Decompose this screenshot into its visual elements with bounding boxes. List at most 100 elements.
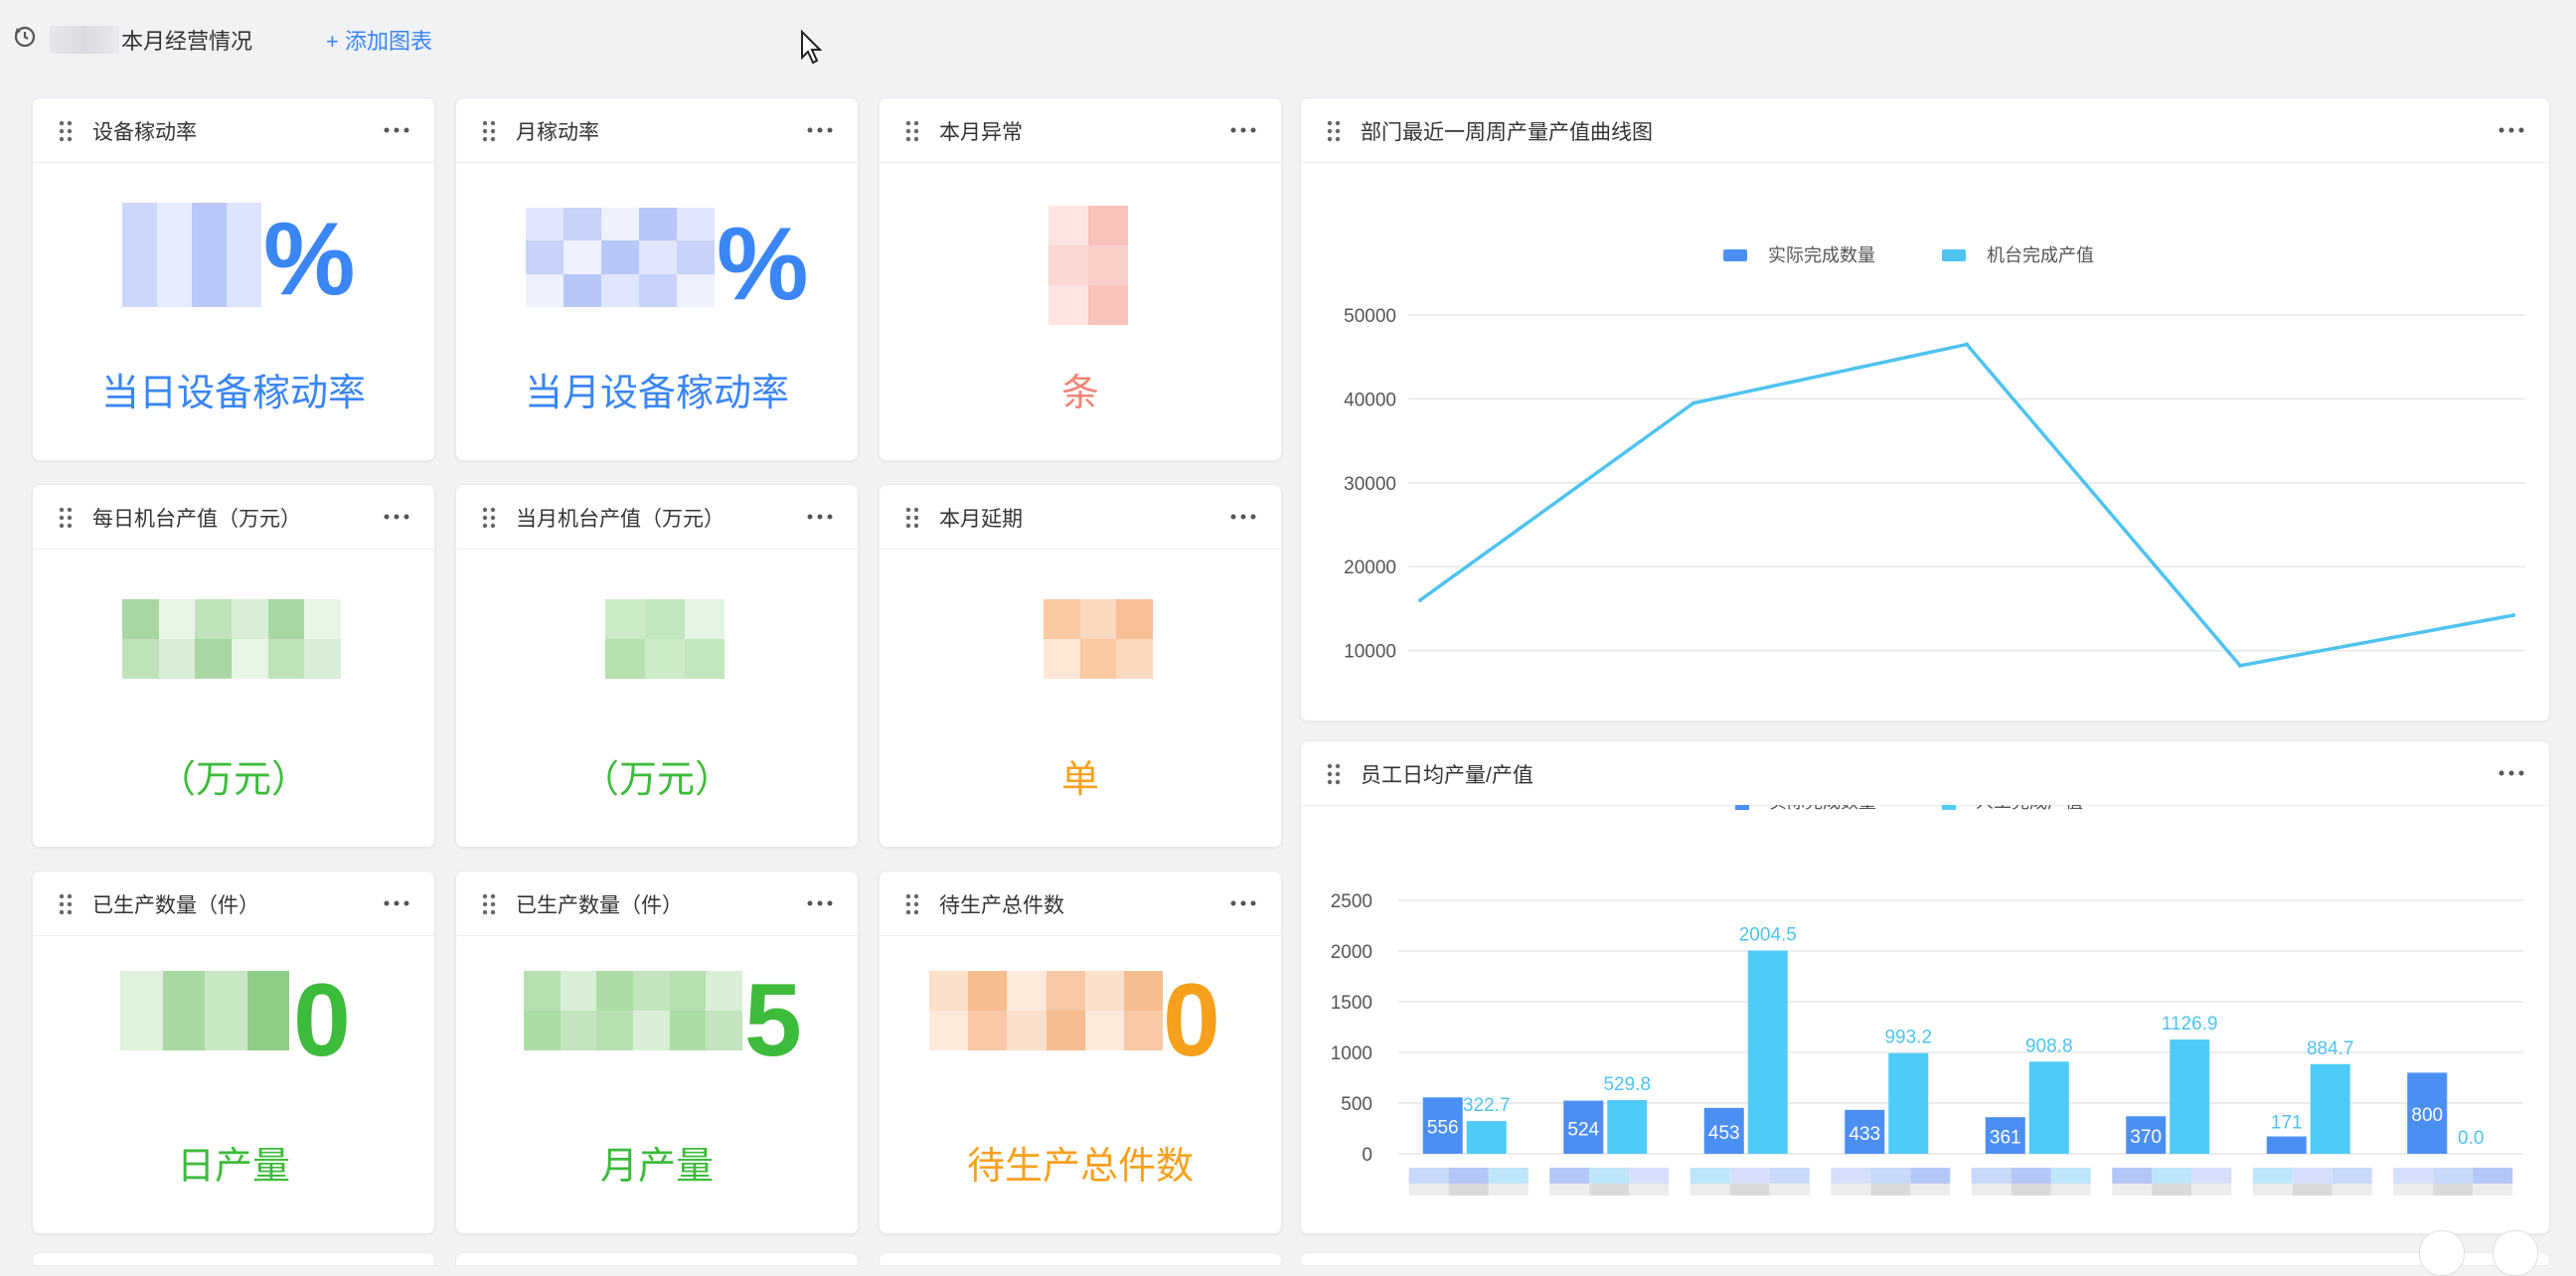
drag-handle-icon[interactable] xyxy=(905,893,919,915)
metric-label: 月产量 xyxy=(599,1146,714,1188)
line-chart-card: 部门最近一周周产量产值曲线图 0100002000030000400005000… xyxy=(1300,97,2550,721)
more-icon[interactable] xyxy=(806,505,834,529)
data-point xyxy=(1418,597,1422,602)
blurred-category-label xyxy=(2152,1184,2192,1196)
legend-swatch[interactable] xyxy=(1942,249,1966,261)
data-point xyxy=(2238,663,2242,668)
blurred-category-label xyxy=(1589,1184,1630,1196)
bar-value-label: 993.2 xyxy=(1884,1028,1932,1048)
more-icon[interactable] xyxy=(383,891,410,915)
bar xyxy=(1466,1121,1507,1154)
card-header: 设备稼动率 xyxy=(33,98,434,163)
blurred-category-label xyxy=(2473,1168,2513,1184)
blurred-category-label xyxy=(2473,1184,2513,1196)
metric-label: （万元） xyxy=(580,759,732,801)
metric-value-suffix: 0 xyxy=(1163,963,1220,1078)
blurred-category-label xyxy=(2011,1168,2051,1184)
card-title: 月稼动率 xyxy=(516,121,599,144)
next-row-card-edge xyxy=(1300,1252,2550,1266)
line-chart: 01000020000300004000050000周三周四周五周六周一实际完成… xyxy=(1344,245,2525,668)
blurred-metric-value xyxy=(526,208,715,307)
bar-value-label: 884.7 xyxy=(2307,1038,2354,1059)
blurred-category-label xyxy=(2292,1184,2333,1196)
blurred-metric-value xyxy=(929,971,1163,1050)
blurred-category-label xyxy=(2112,1184,2153,1196)
y-tick-label: 1000 xyxy=(1331,1043,1372,1064)
legend-label[interactable]: 机台完成产值 xyxy=(1987,245,2094,265)
blurred-category-label xyxy=(1729,1168,1770,1184)
card-header: 本月延期 xyxy=(880,485,1281,550)
bar-chart-card: 员工日均产量/产值 0 500 1000 1500 2000 2500 实际完成数量 人工完成… xyxy=(1300,740,2550,1234)
blurred-category-label xyxy=(2433,1168,2474,1184)
add-chart-button[interactable]: + 添加图表 xyxy=(326,24,432,56)
more-icon[interactable] xyxy=(383,118,410,142)
more-icon[interactable] xyxy=(1229,891,1257,915)
y-tick-label: 0 xyxy=(1362,1145,1372,1166)
help-icon[interactable] xyxy=(2493,1230,2538,1276)
blurred-category-label xyxy=(1910,1184,1951,1196)
drag-handle-icon[interactable] xyxy=(482,120,496,142)
metric-value-suffix: % xyxy=(717,207,809,322)
blurred-category-label xyxy=(2393,1168,2434,1184)
blurred-category-label xyxy=(1448,1184,1489,1196)
drag-handle-icon[interactable] xyxy=(1327,763,1341,785)
drag-handle-icon[interactable] xyxy=(59,120,73,142)
bar-value-label: 0.0 xyxy=(2458,1128,2484,1149)
more-icon[interactable] xyxy=(1229,118,1257,142)
drag-handle-icon[interactable] xyxy=(482,893,496,915)
drag-handle-icon[interactable] xyxy=(1327,120,1341,142)
metric-value-suffix: 0 xyxy=(293,963,351,1078)
legend-label[interactable]: 实际完成数量 xyxy=(1769,805,1876,812)
legend-swatch[interactable] xyxy=(1735,805,1749,810)
bar-value-label: 800 xyxy=(2411,1105,2443,1126)
card-header: 员工日均产量/产值 xyxy=(1301,741,2549,806)
more-icon[interactable] xyxy=(806,118,834,142)
y-tick-label: 50000 xyxy=(1344,306,1396,327)
bar-chart: 0 500 1000 1500 2000 2500 实际完成数量 人工完成产值 556322.7… xyxy=(1331,805,2523,1196)
blurred-category-label xyxy=(1589,1168,1630,1184)
card-header: 当月机台产值（万元） xyxy=(456,485,858,550)
blurred-metric-value xyxy=(122,599,341,679)
legend-label[interactable]: 实际完成数量 xyxy=(1768,245,1875,265)
y-tick-label: 30000 xyxy=(1344,474,1396,495)
bar xyxy=(2266,1136,2307,1154)
blurred-category-label xyxy=(2252,1184,2293,1196)
metric-card: 已生产数量（件） 5 月产量 xyxy=(455,871,859,1234)
blurred-category-label xyxy=(2393,1184,2434,1196)
more-icon[interactable] xyxy=(383,505,410,529)
metric-card: 本月延期 单 xyxy=(879,484,1282,848)
document-icon[interactable] xyxy=(2419,1230,2465,1276)
blurred-category-label xyxy=(1910,1168,1951,1184)
card-title: 已生产数量（件） xyxy=(92,894,259,917)
series-line xyxy=(1418,342,2514,668)
drag-handle-icon[interactable] xyxy=(905,120,919,142)
metric-label: 日产量 xyxy=(176,1146,290,1188)
blurred-dashboard-owner xyxy=(50,26,119,54)
card-header: 待生产总件数 xyxy=(880,872,1281,936)
more-icon[interactable] xyxy=(806,891,834,915)
metric-label: 单 xyxy=(1060,759,1099,801)
legend-swatch[interactable] xyxy=(1723,249,1747,261)
metric-card: 已生产数量（件） 0 日产量 xyxy=(32,871,435,1234)
more-icon[interactable] xyxy=(1229,505,1257,529)
metric-value-suffix: 5 xyxy=(744,963,802,1078)
blurred-metric-value xyxy=(120,971,289,1050)
blurred-category-label xyxy=(1488,1168,1529,1184)
blurred-category-label xyxy=(2332,1168,2372,1184)
history-icon[interactable] xyxy=(12,24,38,50)
card-title: 本月延期 xyxy=(939,508,1023,531)
more-icon[interactable] xyxy=(2497,118,2525,142)
legend-swatch[interactable] xyxy=(1942,805,1956,810)
blurred-metric-value xyxy=(605,599,724,679)
blurred-metric-value xyxy=(122,203,261,307)
drag-handle-icon[interactable] xyxy=(59,507,73,529)
blurred-category-label xyxy=(1831,1168,1871,1184)
card-title: 员工日均产量/产值 xyxy=(1361,764,1533,787)
legend-label[interactable]: 人工完成产值 xyxy=(1976,805,2083,812)
drag-handle-icon[interactable] xyxy=(905,507,919,529)
more-icon[interactable] xyxy=(2497,761,2525,785)
bar-value-label: 370 xyxy=(2130,1127,2162,1148)
drag-handle-icon[interactable] xyxy=(482,507,496,529)
blurred-category-label xyxy=(2252,1168,2293,1184)
drag-handle-icon[interactable] xyxy=(59,893,73,915)
